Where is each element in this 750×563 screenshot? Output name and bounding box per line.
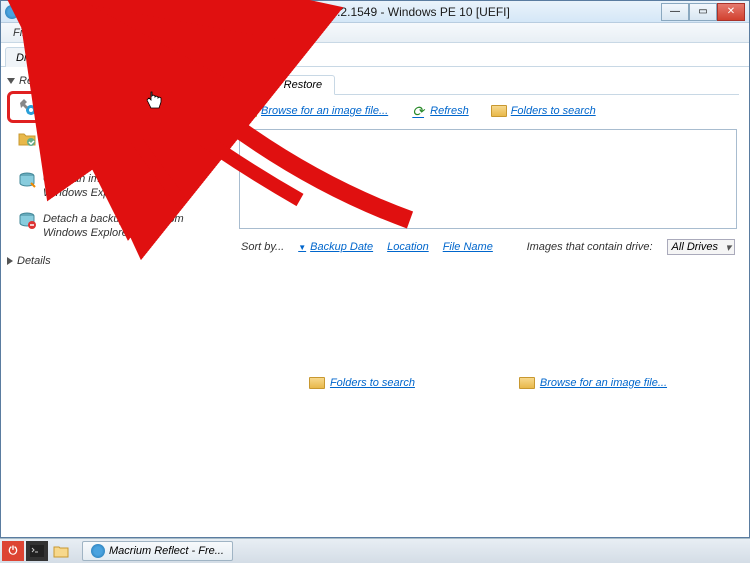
menu-help[interactable]: Help <box>261 25 300 41</box>
sort-location[interactable]: Location <box>387 241 429 253</box>
app-icon <box>5 5 19 19</box>
sidebar-item-label: Open an image or backup file in Windows … <box>43 170 227 201</box>
disk-detach-icon <box>17 210 37 230</box>
tab-restore[interactable]: Restore <box>82 46 143 67</box>
sidebar-item-open-explorer[interactable]: Open an image or backup file in Windows … <box>7 166 227 205</box>
sort-file-name[interactable]: File Name <box>443 241 493 253</box>
folder-icon <box>519 375 535 391</box>
link-label: Browse for an image file... <box>261 105 388 117</box>
folder-search-icon <box>491 103 507 119</box>
minimize-button[interactable]: — <box>661 3 689 21</box>
sort-backup-date[interactable]: Backup Date <box>298 241 373 253</box>
tabbar: Disk Image Restore <box>1 43 749 67</box>
link-label: Refresh <box>430 105 469 117</box>
folder-restore-icon <box>17 129 37 149</box>
content: Restore Tasks Fix Windows boot problems … <box>1 67 749 537</box>
folder-icon <box>241 103 257 119</box>
sidebar-item-fix-boot[interactable]: Fix Windows boot problems <box>7 91 227 123</box>
link-label: Folders to search <box>511 105 596 117</box>
close-button[interactable]: ✕ <box>717 3 745 21</box>
sidebar-section-label: Details <box>17 255 51 267</box>
image-preview-box <box>239 129 737 229</box>
menubar: File View Backup Restore Other Tasks Hel… <box>1 23 749 43</box>
app-icon <box>91 544 105 558</box>
link-folders-search[interactable]: Folders to search <box>491 103 596 119</box>
link-browse-image-center[interactable]: Browse for an image file... <box>519 375 667 391</box>
sidebar-section-restore-tasks[interactable]: Restore Tasks <box>7 73 227 89</box>
toolbar: Browse for an image file... ⟳ Refresh Fo… <box>237 95 739 129</box>
sidebar-item-label: Fix Windows boot problems <box>44 97 220 113</box>
link-label: Browse for an image file... <box>540 377 667 389</box>
taskbar-pin-terminal[interactable] <box>26 541 48 561</box>
menu-backup[interactable]: Backup <box>78 25 131 41</box>
window-title: Macrium Reflect - Free Edition for non-c… <box>23 5 661 19</box>
link-folders-search-center[interactable]: Folders to search <box>309 375 415 391</box>
menu-restore[interactable]: Restore <box>131 25 186 41</box>
sort-row: Sort by... Backup Date Location File Nam… <box>237 229 739 265</box>
chevron-right-icon <box>7 257 13 265</box>
sort-label: Sort by... <box>241 241 284 253</box>
refresh-icon: ⟳ <box>410 103 426 119</box>
drive-filter-select[interactable]: All Drives <box>667 239 735 255</box>
app-window: Macrium Reflect - Free Edition for non-c… <box>0 0 750 538</box>
menu-view[interactable]: View <box>39 25 79 41</box>
menu-file[interactable]: File <box>5 25 39 41</box>
sidebar: Restore Tasks Fix Windows boot problems … <box>1 67 233 537</box>
taskbar: ⏻ Macrium Reflect - Fre... <box>0 538 750 563</box>
menu-other-tasks[interactable]: Other Tasks <box>186 25 261 41</box>
disk-open-icon <box>17 170 37 190</box>
link-browse-image[interactable]: Browse for an image file... <box>241 103 388 119</box>
empty-state-links: Folders to search Browse for an image fi… <box>237 265 739 391</box>
tab-disk-image[interactable]: Disk Image <box>5 47 82 67</box>
sidebar-item-browse-restore[interactable]: Browse for an image or backup file to re… <box>7 125 227 164</box>
titlebar[interactable]: Macrium Reflect - Free Edition for non-c… <box>1 1 749 23</box>
maximize-button[interactable]: ▭ <box>689 3 717 21</box>
tab-image-restore[interactable]: Image Restore <box>237 75 335 95</box>
sidebar-section-label: Restore Tasks <box>19 75 89 87</box>
sidebar-item-detach[interactable]: Detach a backup image from Windows Explo… <box>7 206 227 245</box>
main-tabbar: Image Restore <box>237 73 739 95</box>
sidebar-item-label: Browse for an image or backup file to re… <box>43 129 227 160</box>
sidebar-section-details[interactable]: Details <box>7 253 227 269</box>
sidebar-item-label: Detach a backup image from Windows Explo… <box>43 210 227 241</box>
taskbar-app-label: Macrium Reflect - Fre... <box>109 545 224 557</box>
taskbar-app-macrium[interactable]: Macrium Reflect - Fre... <box>82 541 233 561</box>
taskbar-pin-shutdown[interactable]: ⏻ <box>2 541 24 561</box>
link-label: Folders to search <box>330 377 415 389</box>
wrench-gear-icon <box>18 97 38 117</box>
chevron-down-icon <box>7 78 15 84</box>
link-refresh[interactable]: ⟳ Refresh <box>410 103 469 119</box>
folder-search-icon <box>309 375 325 391</box>
taskbar-pin-explorer[interactable] <box>50 541 72 561</box>
drive-filter-label: Images that contain drive: <box>527 241 653 253</box>
main-panel: Image Restore Browse for an image file..… <box>233 67 749 537</box>
